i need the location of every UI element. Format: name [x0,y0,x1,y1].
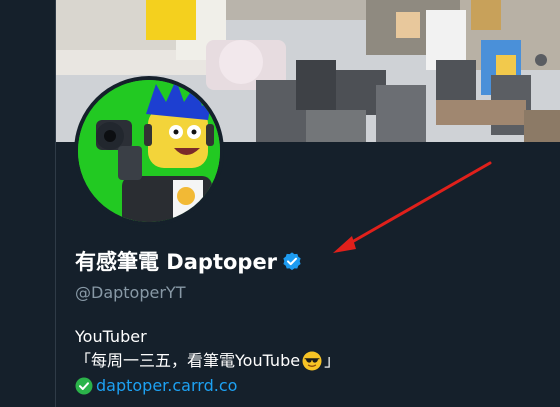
bio-line-1: YouTuber [75,327,147,346]
website-link[interactable]: daptoper.carrd.co [96,375,237,397]
bio-line-2-prefix: 「每周一三五，看筆電YouTube [75,351,301,370]
display-name-row: 有感筆電 Daptoper [75,247,303,277]
profile-page: 有感筆電 Daptoper @DaptoperYT YouTuber 「每周一三… [0,0,560,407]
display-name: 有感筆電 Daptoper [75,250,278,274]
verified-badge-icon[interactable] [281,251,303,273]
profile-avatar[interactable] [74,76,224,226]
left-gutter [0,0,55,407]
website-row: daptoper.carrd.co [75,375,237,397]
avatar-image [78,80,220,222]
green-check-icon [75,377,93,395]
sunglasses-emoji-icon [302,351,322,371]
bio-line-2-suffix: 」 [324,351,341,370]
bio-line-2: 「每周一三五，看筆電YouTube 」 [75,350,340,372]
profile-handle: @DaptoperYT [75,283,186,302]
